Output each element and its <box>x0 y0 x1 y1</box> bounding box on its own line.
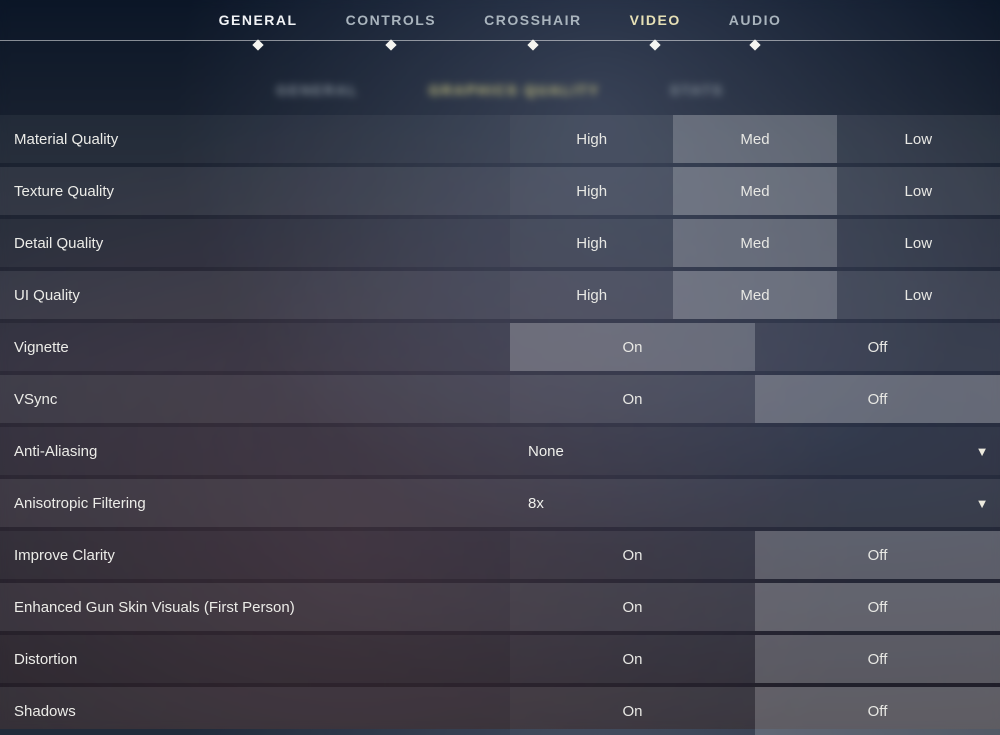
opts-material-quality: High Med Low <box>510 115 1000 163</box>
opt-vsync-on[interactable]: On <box>510 375 755 423</box>
label-texture-quality: Texture Quality <box>0 183 510 200</box>
label-improve-clarity: Improve Clarity <box>0 547 510 564</box>
row-material-quality: Material Quality High Med Low <box>0 114 1000 163</box>
row-vsync: VSync On Off <box>0 374 1000 423</box>
opt-vignette-off[interactable]: Off <box>755 323 1000 371</box>
opt-shadows-off[interactable]: Off <box>755 687 1000 735</box>
opt-texture-med[interactable]: Med <box>673 167 836 215</box>
label-enhanced-gun-skin: Enhanced Gun Skin Visuals (First Person) <box>0 599 510 616</box>
opt-vignette-on[interactable]: On <box>510 323 755 371</box>
opts-detail-quality: High Med Low <box>510 219 1000 267</box>
row-ui-quality: UI Quality High Med Low <box>0 270 1000 319</box>
opts-distortion: On Off <box>510 635 1000 683</box>
main-tab-bar: GENERAL CONTROLS CROSSHAIR VIDEO AUDIO <box>0 0 1000 44</box>
opts-ui-quality: High Med Low <box>510 271 1000 319</box>
tab-video[interactable]: VIDEO <box>624 10 687 30</box>
opt-distortion-off[interactable]: Off <box>755 635 1000 683</box>
row-detail-quality: Detail Quality High Med Low <box>0 218 1000 267</box>
opt-texture-low[interactable]: Low <box>837 167 1000 215</box>
opts-enhanced-gun-skin: On Off <box>510 583 1000 631</box>
label-vsync: VSync <box>0 391 510 408</box>
opt-clarity-on[interactable]: On <box>510 531 755 579</box>
opt-detail-low[interactable]: Low <box>837 219 1000 267</box>
opt-ui-med[interactable]: Med <box>673 271 836 319</box>
opt-ui-low[interactable]: Low <box>837 271 1000 319</box>
label-ui-quality: UI Quality <box>0 287 510 304</box>
opt-gunskin-off[interactable]: Off <box>755 583 1000 631</box>
row-anisotropic-filtering[interactable]: Anisotropic Filtering 8x ▼ <box>0 478 1000 527</box>
row-shadows: Shadows On Off <box>0 686 1000 735</box>
label-anisotropic-filtering: Anisotropic Filtering <box>0 495 510 512</box>
opts-shadows: On Off <box>510 687 1000 735</box>
tab-general[interactable]: GENERAL <box>213 10 304 30</box>
opt-material-med[interactable]: Med <box>673 115 836 163</box>
value-anti-aliasing: None <box>510 443 964 460</box>
opt-texture-high[interactable]: High <box>510 167 673 215</box>
tab-video-label: VIDEO <box>630 12 681 28</box>
opt-material-high[interactable]: High <box>510 115 673 163</box>
label-distortion: Distortion <box>0 651 510 668</box>
opts-improve-clarity: On Off <box>510 531 1000 579</box>
tab-divider <box>0 40 1000 41</box>
opt-detail-med[interactable]: Med <box>673 219 836 267</box>
opt-vsync-off[interactable]: Off <box>755 375 1000 423</box>
chevron-down-icon: ▼ <box>964 496 1000 511</box>
opt-shadows-on[interactable]: On <box>510 687 755 735</box>
row-anti-aliasing[interactable]: Anti-Aliasing None ▼ <box>0 426 1000 475</box>
tab-general-label: GENERAL <box>219 12 298 28</box>
opts-vignette: On Off <box>510 323 1000 371</box>
chevron-down-icon: ▼ <box>964 444 1000 459</box>
label-vignette: Vignette <box>0 339 510 356</box>
tab-audio-label: AUDIO <box>729 12 782 28</box>
tab-controls-label: CONTROLS <box>346 12 437 28</box>
row-vignette: Vignette On Off <box>0 322 1000 371</box>
label-material-quality: Material Quality <box>0 131 510 148</box>
row-enhanced-gun-skin: Enhanced Gun Skin Visuals (First Person)… <box>0 582 1000 631</box>
row-distortion: Distortion On Off <box>0 634 1000 683</box>
opt-clarity-off[interactable]: Off <box>755 531 1000 579</box>
opt-material-low[interactable]: Low <box>837 115 1000 163</box>
opt-gunskin-on[interactable]: On <box>510 583 755 631</box>
opt-ui-high[interactable]: High <box>510 271 673 319</box>
opts-vsync: On Off <box>510 375 1000 423</box>
label-anti-aliasing: Anti-Aliasing <box>0 443 510 460</box>
row-texture-quality: Texture Quality High Med Low <box>0 166 1000 215</box>
value-anisotropic-filtering: 8x <box>510 495 964 512</box>
tab-crosshair[interactable]: CROSSHAIR <box>478 10 588 30</box>
tab-controls[interactable]: CONTROLS <box>340 10 443 30</box>
opts-texture-quality: High Med Low <box>510 167 1000 215</box>
row-improve-clarity: Improve Clarity On Off <box>0 530 1000 579</box>
tab-crosshair-label: CROSSHAIR <box>484 12 582 28</box>
tab-audio[interactable]: AUDIO <box>723 10 788 30</box>
label-shadows: Shadows <box>0 703 510 720</box>
label-detail-quality: Detail Quality <box>0 235 510 252</box>
opt-distortion-on[interactable]: On <box>510 635 755 683</box>
opt-detail-high[interactable]: High <box>510 219 673 267</box>
